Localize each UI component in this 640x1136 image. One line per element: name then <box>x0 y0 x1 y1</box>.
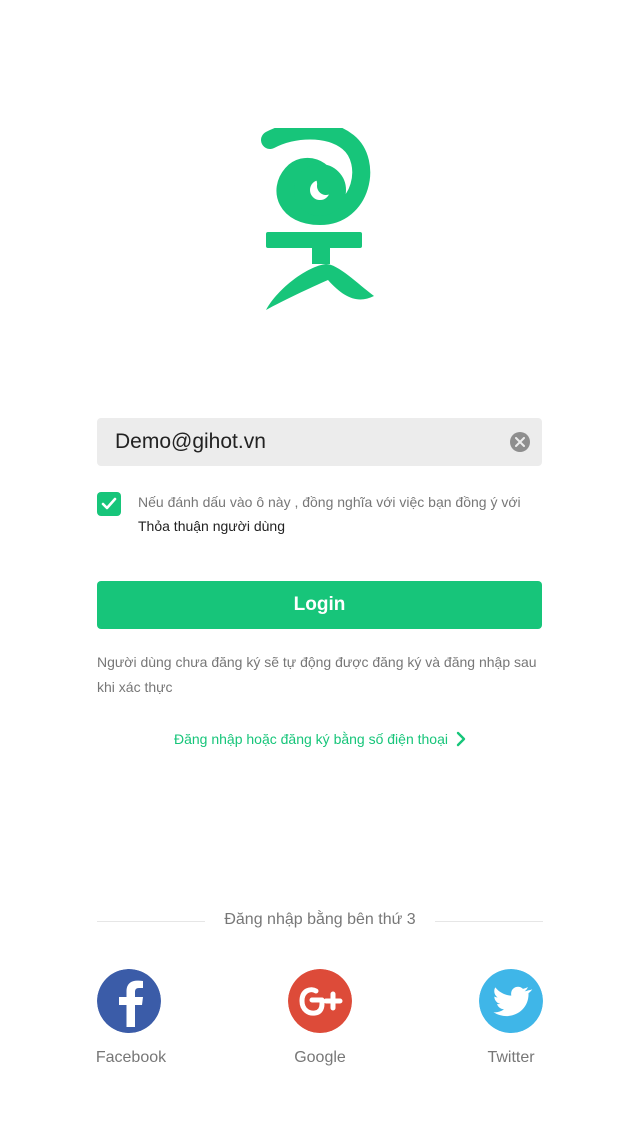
facebook-icon <box>97 969 161 1033</box>
google-plus-icon <box>288 969 352 1033</box>
twitter-button[interactable] <box>479 969 543 1033</box>
clear-input-button[interactable] <box>510 432 530 452</box>
third-party-label: Đăng nhập bằng bên thứ 3 <box>224 911 416 928</box>
close-icon <box>515 437 525 447</box>
facebook-label[interactable]: Facebook <box>71 1046 191 1070</box>
login-button[interactable]: Login <box>97 581 542 629</box>
facebook-button[interactable] <box>97 969 161 1033</box>
checkmark-icon <box>101 497 117 510</box>
app-logo <box>261 128 374 310</box>
auto-register-note: Người dùng chưa đăng ký sẽ tự động được … <box>97 654 537 695</box>
user-agreement-link[interactable]: Thỏa thuận người dùng <box>138 514 285 538</box>
twitter-label[interactable]: Twitter <box>451 1046 571 1070</box>
agree-checkbox[interactable] <box>97 492 121 516</box>
google-label[interactable]: Google <box>260 1046 380 1070</box>
google-button[interactable] <box>288 969 352 1033</box>
phone-login-label: Đăng nhập hoặc đăng ký bằng số điện thoạ… <box>174 731 448 747</box>
chevron-right-icon <box>456 731 466 746</box>
phone-login-link[interactable]: Đăng nhập hoặc đăng ký bằng số điện thoạ… <box>0 727 640 751</box>
email-field[interactable] <box>115 418 495 466</box>
twitter-icon <box>479 969 543 1033</box>
email-field-container <box>97 418 542 466</box>
agree-text: Nếu đánh dấu vào ô này , đồng nghĩa với … <box>138 494 521 510</box>
